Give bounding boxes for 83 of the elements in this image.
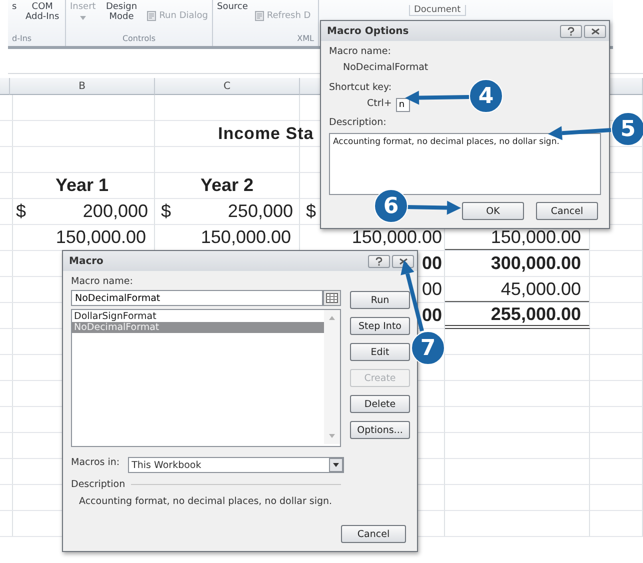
help-icon — [375, 256, 383, 266]
cell-value: 00 — [422, 305, 442, 326]
cell-value: 255,000.00 — [490, 304, 581, 324]
table-cell — [590, 381, 643, 407]
shortcut-key-field[interactable]: n — [396, 98, 410, 112]
currency-sign: $ — [16, 201, 26, 222]
description-field[interactable]: Accounting format, no decimal places, no dollar sign. — [329, 133, 601, 195]
macro-description: Accounting format, no decimal places, no dollar sign. — [79, 496, 334, 507]
cell-value: 00 — [422, 253, 442, 274]
currency-sign: $ — [161, 201, 172, 222]
field-label: Ctrl+ — [367, 98, 392, 109]
dialog-icon — [254, 11, 264, 21]
dialog-button[interactable]: Cancel — [536, 202, 598, 220]
table-cell — [590, 459, 643, 485]
table-cell — [590, 433, 643, 459]
macro-name: NoDecimalFormat — [343, 62, 428, 73]
currency-sign: $ — [306, 201, 316, 222]
ribbon-button[interactable]: Source — [217, 2, 248, 12]
dialog-button[interactable]: Options... — [350, 421, 410, 439]
dialog-title: Macro — [69, 256, 104, 266]
field-label: Description: — [329, 117, 386, 128]
ribbon-button[interactable]: COM Add-Ins — [24, 2, 61, 22]
cell-value: 45,000.00 — [500, 279, 581, 300]
table-cell — [0, 121, 13, 147]
sheet-title: Income Sta — [218, 124, 314, 144]
close-icon — [590, 28, 600, 34]
cancel-button[interactable]: Cancel — [341, 525, 406, 543]
cell-value: 150,000.00 — [352, 227, 442, 248]
table-cell — [590, 329, 643, 355]
dialog-title: Macro Options — [327, 26, 409, 36]
table-cell — [0, 95, 13, 121]
table-cell — [590, 485, 643, 511]
caret-icon — [80, 16, 86, 20]
column-header[interactable]: C — [155, 78, 300, 95]
help-button[interactable] — [560, 24, 582, 38]
group-label: XML — [297, 34, 314, 43]
dialog-button[interactable]: Run — [350, 291, 410, 309]
table-cell — [0, 147, 13, 173]
table-cell — [590, 407, 643, 433]
cell-value: 00 — [422, 279, 442, 300]
cell-value: 200,000 — [82, 201, 148, 222]
grid-icon — [326, 293, 338, 303]
macros-in-select[interactable]: This Workbook — [128, 457, 344, 473]
close-icon — [398, 258, 408, 264]
close-button[interactable] — [392, 254, 414, 268]
ribbon-button[interactable]: s — [12, 2, 17, 12]
help-icon — [567, 26, 575, 36]
cell-value: 150,000.00 — [200, 227, 291, 248]
dialog-button[interactable]: Delete — [350, 395, 410, 413]
arrow — [405, 90, 470, 105]
dropdown-icon — [328, 458, 343, 472]
field-label: Macros in: — [71, 457, 120, 468]
cell-value: 150,000.00 — [56, 227, 146, 248]
cell-value: 300,000.00 — [490, 253, 581, 274]
field-label: Shortcut key: — [329, 82, 392, 93]
scrollbar[interactable] — [324, 310, 340, 444]
help-button[interactable] — [368, 254, 390, 268]
table-cell — [590, 511, 643, 537]
ribbon-button[interactable]: Design Mode — [102, 2, 140, 22]
step-number: 5 — [611, 112, 643, 146]
group-label: Controls — [122, 34, 156, 43]
cell-value: 150,000.00 — [490, 227, 581, 248]
dialog-icon — [147, 11, 156, 21]
collapse-button[interactable] — [323, 290, 341, 306]
dialog-button[interactable]: Edit — [350, 343, 410, 361]
macro-list-item[interactable]: DollarSignFormat — [72, 311, 324, 322]
field-label: Macro name: — [71, 276, 133, 287]
year-header: Year 2 — [200, 175, 254, 196]
field-label: Macro name: — [329, 46, 391, 57]
column-header[interactable]: B — [10, 78, 155, 95]
table-cell — [590, 355, 643, 381]
arrow — [400, 260, 424, 332]
close-button[interactable] — [584, 24, 606, 38]
dialog-button[interactable]: Step Into — [350, 317, 410, 335]
section-label: Description — [71, 479, 126, 490]
arrow — [406, 200, 461, 215]
group-label: d-Ins — [12, 34, 32, 43]
dialog-button[interactable]: OK — [462, 202, 524, 220]
cell-value: 250,000 — [228, 201, 293, 222]
group-label: Document — [409, 5, 466, 16]
macro-name-field[interactable]: NoDecimalFormat — [71, 290, 323, 306]
year-header: Year 1 — [55, 175, 109, 196]
corner-cell — [0, 78, 10, 95]
